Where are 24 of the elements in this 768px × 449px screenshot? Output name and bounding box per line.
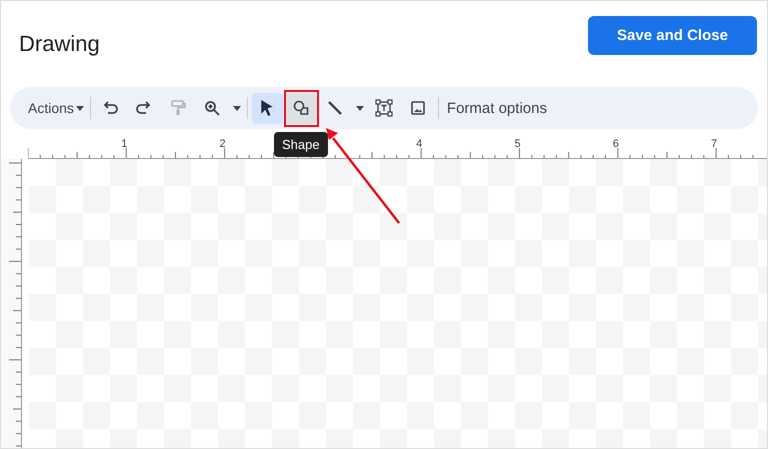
select-tool-button[interactable] <box>252 92 283 124</box>
cursor-icon <box>261 100 274 116</box>
highlight-box <box>284 90 319 126</box>
caret-icon <box>232 106 241 110</box>
ruler-number: 5 <box>514 138 521 150</box>
paint-roller-icon <box>169 99 188 117</box>
tooltip: Shape <box>274 132 328 157</box>
caret-icon <box>356 106 364 110</box>
text-box-icon <box>375 99 394 117</box>
actions-menu[interactable]: Actions <box>26 100 86 116</box>
ruler-number: 2 <box>220 138 226 150</box>
window-title: Drawing <box>19 31 100 57</box>
ruler-number: 4 <box>416 138 422 150</box>
ruler-number: 7 <box>711 138 718 150</box>
save-and-close-button[interactable]: Save and Close <box>588 16 757 55</box>
line-icon <box>326 99 344 117</box>
format-options-button[interactable]: Format options <box>442 100 551 116</box>
undo-icon <box>101 99 120 117</box>
ruler-number: 1 <box>121 138 128 150</box>
ruler-number: 6 <box>612 138 619 150</box>
zoom-icon <box>203 99 222 117</box>
image-icon <box>409 99 428 117</box>
shapes-icon <box>292 99 310 117</box>
caret-icon <box>76 106 84 110</box>
